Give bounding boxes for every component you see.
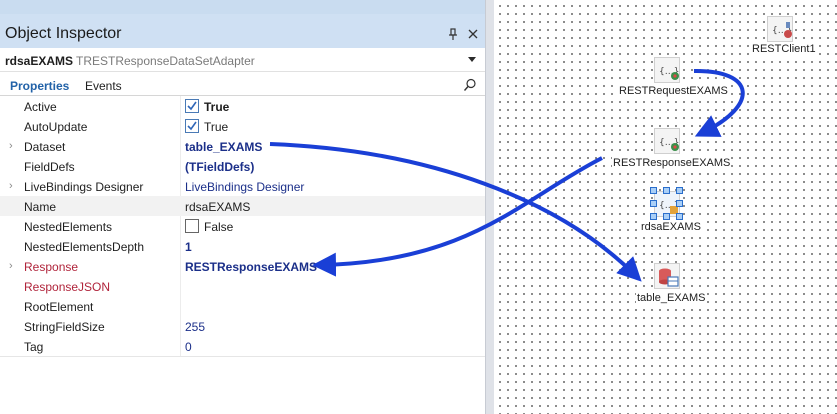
checkbox-icon[interactable] — [185, 119, 199, 133]
selection-handle[interactable] — [663, 187, 670, 194]
rest-component-icon: {…} — [654, 57, 680, 83]
property-value: (TFieldDefs) — [185, 160, 255, 174]
selection-handle[interactable] — [676, 187, 683, 194]
property-name: StringFieldSize — [24, 320, 105, 334]
property-row-rootelement[interactable]: RootElement — [0, 296, 485, 316]
property-name: Tag — [24, 340, 44, 354]
property-name: NestedElementsDepth — [24, 240, 145, 254]
chevron-down-icon[interactable] — [468, 57, 476, 62]
selection-handle[interactable] — [650, 187, 657, 194]
component-label: table_EXAMS — [636, 292, 707, 304]
panel-splitter[interactable] — [485, 0, 494, 414]
panel-title: Object Inspector — [5, 25, 122, 42]
property-value: 1 — [185, 240, 192, 254]
property-value: 255 — [185, 320, 206, 334]
checkbox-icon[interactable] — [185, 219, 199, 233]
property-row-active[interactable]: Active True — [0, 96, 485, 116]
tab-properties[interactable]: Properties — [10, 79, 69, 96]
selection-handle[interactable] — [676, 213, 683, 220]
property-value: True — [204, 120, 229, 134]
rest-component-icon: {…} — [767, 16, 793, 42]
selection-handle[interactable] — [650, 213, 657, 220]
property-value: 0 — [185, 340, 192, 354]
property-row-nestedelements[interactable]: NestedElements False — [0, 216, 485, 236]
selection-handle[interactable] — [650, 200, 657, 207]
chevron-right-icon[interactable]: › — [9, 180, 13, 192]
close-icon[interactable] — [466, 27, 480, 41]
component-label: RESTClient1 — [751, 43, 817, 55]
property-row-autoupdate[interactable]: AutoUpdate True — [0, 116, 485, 136]
chevron-right-icon[interactable]: › — [9, 260, 13, 272]
top-strip — [0, 0, 485, 14]
property-value-input[interactable]: rdsaEXAMS — [185, 200, 250, 214]
chevron-right-icon[interactable]: › — [9, 140, 13, 152]
property-grid: Active True AutoUpdate True › Dataset ta… — [0, 96, 485, 356]
property-value: True — [204, 100, 230, 114]
component-label: rdsaEXAMS — [640, 221, 702, 233]
property-name: Response — [24, 260, 79, 274]
object-name: rdsaEXAMS — [5, 54, 74, 68]
pin-icon[interactable] — [446, 27, 460, 41]
object-inspector-panel: Object Inspector rdsaEXAMS TRESTResponse… — [0, 0, 485, 414]
property-name: FieldDefs — [24, 160, 75, 174]
rest-component-icon: {…} — [654, 128, 680, 154]
property-row-dataset[interactable]: › Dataset table_EXAMS — [0, 136, 485, 156]
selection-handle[interactable] — [676, 200, 683, 207]
form-designer-canvas[interactable]: {…} RESTClient1 {…} RESTRequestEXAMS {…} — [494, 0, 837, 414]
selection-handle[interactable] — [663, 213, 670, 220]
property-name: Name — [24, 200, 57, 214]
title-bar: Object Inspector — [0, 14, 485, 48]
tab-events[interactable]: Events — [85, 79, 122, 96]
inspector-tabs: Properties Events — [0, 76, 485, 96]
checkbox-icon[interactable] — [185, 99, 199, 113]
property-row-nestedelementsdepth[interactable]: NestedElementsDepth 1 — [0, 236, 485, 256]
component-label: RESTRequestEXAMS — [618, 85, 729, 97]
property-name: RootElement — [24, 300, 94, 314]
property-row-fielddefs[interactable]: FieldDefs (TFieldDefs) — [0, 156, 485, 176]
component-label: RESTResponseEXAMS — [612, 157, 732, 169]
property-value: RESTResponseEXAMS — [185, 260, 318, 274]
property-name: Dataset — [24, 140, 66, 154]
property-name: LiveBindings Designer — [24, 180, 144, 194]
property-name: Active — [24, 100, 57, 114]
property-row-name[interactable]: Name rdsaEXAMS — [0, 196, 485, 216]
table-component-icon — [654, 263, 680, 289]
property-row-stringfieldsize[interactable]: StringFieldSize 255 — [0, 316, 485, 336]
search-icon[interactable] — [463, 78, 477, 92]
property-row-responsejson[interactable]: ResponseJSON — [0, 276, 485, 296]
property-row-tag[interactable]: Tag 0 — [0, 336, 485, 356]
object-class: TRESTResponseDataSetAdapter — [76, 54, 255, 68]
property-value: table_EXAMS — [185, 140, 263, 154]
property-value: False — [204, 220, 234, 234]
property-row-response[interactable]: › Response RESTResponseEXAMS — [0, 256, 485, 276]
property-value: LiveBindings Designer — [185, 180, 305, 194]
object-selector-combo[interactable]: rdsaEXAMS TRESTResponseDataSetAdapter — [0, 48, 485, 72]
inspector-status-area — [0, 356, 485, 414]
property-name: NestedElements — [24, 220, 113, 234]
property-name: ResponseJSON — [24, 280, 111, 294]
property-row-livebindings-designer[interactable]: › LiveBindings Designer LiveBindings Des… — [0, 176, 485, 196]
property-name: AutoUpdate — [24, 120, 88, 134]
